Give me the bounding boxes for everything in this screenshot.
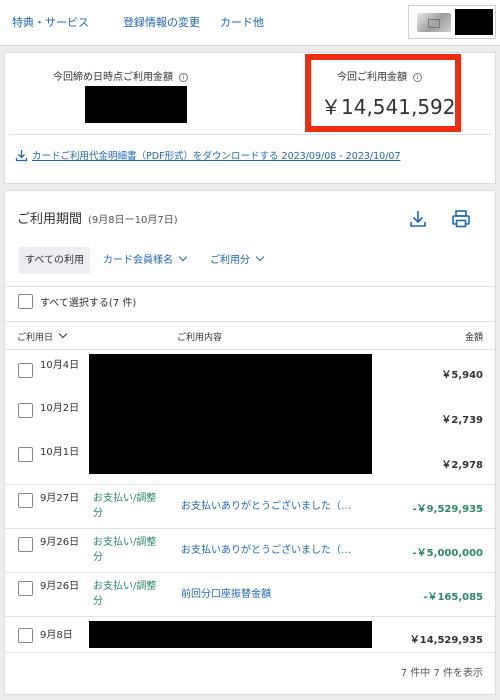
nav-link-registration[interactable]: 登録情報の変更	[123, 14, 200, 30]
current-usage-label: 今回締め日時点ご利用金額	[53, 72, 173, 83]
row-checkbox[interactable]	[18, 363, 33, 378]
statement-amount: ￥14,541,592	[321, 95, 456, 119]
row-amount: -￥9,529,935	[412, 504, 483, 515]
info-icon[interactable]: i	[413, 73, 422, 82]
filter-member-dropdown[interactable]: カード会員様名	[103, 247, 188, 274]
row-amount: ￥2,739	[441, 415, 483, 426]
row-date: 10月2日	[40, 403, 80, 414]
row-description[interactable]: お支払いありがとうございました（…	[181, 499, 351, 514]
row-category[interactable]: お支払い/調整分	[93, 491, 165, 521]
divider	[5, 572, 495, 573]
divider	[9, 134, 491, 135]
masked-card-name	[455, 9, 493, 35]
row-checkbox[interactable]	[18, 537, 33, 552]
row-date: 9月8日	[40, 630, 73, 641]
info-icon[interactable]: i	[179, 73, 188, 82]
column-header-amount: 金額	[464, 333, 483, 343]
row-amount: ￥2,978	[441, 460, 483, 471]
row-date: 9月26日	[40, 581, 80, 592]
row-date: 10月1日	[40, 447, 80, 458]
statement-amount-heading: 今回ご利用金額 i	[337, 68, 422, 83]
chevron-down-icon	[255, 252, 265, 262]
top-nav: 特典・サービス 登録情報の変更 カード他	[0, 0, 500, 46]
divider	[5, 616, 495, 617]
nav-link-benefits[interactable]: 特典・サービス	[12, 14, 89, 30]
row-description[interactable]: お支払いありがとうございました（…	[181, 543, 351, 558]
row-date: 10月4日	[40, 360, 80, 371]
statement-amount-label: 今回ご利用金額	[337, 72, 407, 83]
period-heading: ご利用期間 (9月8日ー10月7日)	[17, 208, 178, 227]
nav-link-cards[interactable]: カード他	[220, 14, 264, 30]
masked-merchant-details	[89, 354, 372, 474]
select-all-checkbox[interactable]	[18, 294, 33, 309]
divider	[5, 349, 495, 350]
download-icon	[15, 150, 28, 162]
divider	[5, 321, 495, 322]
chevron-down-icon	[178, 252, 188, 262]
statement-summary: 今回締め日時点ご利用金額 i 今回ご利用金額 i ￥14,541,592 カードご利…	[4, 52, 496, 184]
divider	[5, 286, 495, 287]
column-header-date[interactable]: ご利用日	[17, 329, 68, 343]
filter-usage-label: ご利用分	[210, 255, 250, 266]
statement-download-link[interactable]: カードご利用代金明細書（PDF形式）をダウンロードする 2023/09/08 -…	[15, 148, 401, 162]
row-category[interactable]: お支払い/調整分	[93, 579, 165, 609]
divider	[5, 528, 495, 529]
download-link-text[interactable]: カードご利用代金明細書（PDF形式）をダウンロードする 2023/09/08 -…	[32, 151, 401, 162]
card-thumbnail-icon	[417, 13, 451, 32]
masked-current-amount	[85, 86, 187, 123]
row-amount: -￥5,000,000	[412, 548, 483, 559]
period-title: ご利用期間	[17, 212, 83, 227]
pagination-summary: 7 件中 7 件を表示	[400, 668, 483, 679]
row-checkbox[interactable]	[18, 628, 33, 643]
divider	[5, 484, 495, 485]
row-checkbox[interactable]	[18, 447, 33, 462]
print-icon[interactable]	[450, 208, 472, 230]
filter-usage-dropdown[interactable]: ご利用分	[210, 247, 265, 274]
row-amount: ￥5,940	[441, 370, 483, 381]
row-date: 9月26日	[40, 537, 80, 548]
row-checkbox[interactable]	[18, 403, 33, 418]
row-checkbox[interactable]	[18, 581, 33, 596]
filter-member-label: カード会員様名	[103, 255, 173, 266]
column-header-date-label: ご利用日	[17, 333, 54, 343]
select-all-label: すべて選択する(7 件)	[40, 298, 137, 309]
period-range: (9月8日ー10月7日)	[88, 215, 178, 226]
masked-merchant-details	[89, 621, 372, 648]
filter-all-usage[interactable]: すべての利用	[19, 247, 90, 274]
card-selector[interactable]	[408, 5, 496, 39]
download-icon[interactable]	[407, 208, 429, 230]
divider	[5, 652, 495, 653]
row-date: 9月27日	[40, 493, 80, 504]
sort-chevron-icon	[58, 329, 68, 339]
row-amount: -￥165,085	[423, 592, 483, 603]
row-checkbox[interactable]	[18, 493, 33, 508]
current-usage-heading: 今回締め日時点ご利用金額 i	[53, 68, 188, 83]
row-description[interactable]: 前回分口座振替金額	[181, 587, 271, 602]
highlight-box: 今回ご利用金額 i ￥14,541,592	[305, 54, 461, 132]
column-header-description: ご利用内容	[177, 333, 223, 343]
activity-panel: ご利用期間 (9月8日ー10月7日) すべての利用 カード会員様名 ご利用分 すべ…	[4, 190, 496, 695]
row-amount: ￥14,529,935	[409, 635, 483, 646]
row-category[interactable]: お支払い/調整分	[93, 535, 165, 565]
